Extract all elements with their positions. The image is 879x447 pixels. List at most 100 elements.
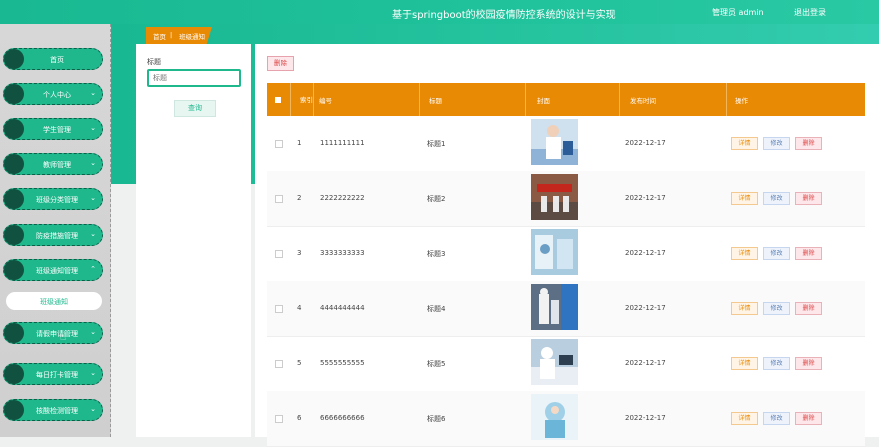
select-all-header[interactable] (275, 83, 291, 116)
sidebar-item-prevention[interactable]: 防疫措施管理 ⌄ (3, 224, 103, 246)
row-checkbox[interactable] (275, 305, 283, 313)
column-header-cover: 封面 (537, 96, 550, 105)
menu-dot-icon (4, 49, 24, 69)
row-title: 标题3 (427, 250, 446, 258)
chevron-down-icon: ⌄ (90, 124, 96, 132)
delete-button[interactable]: 删除 (795, 192, 822, 205)
logout-link[interactable]: 退出登录 (794, 7, 826, 18)
row-checkbox[interactable] (275, 250, 283, 258)
cover-image (531, 229, 578, 275)
edit-button[interactable]: 修改 (763, 357, 790, 370)
sidebar-item-label: 核酸检测管理 (36, 407, 78, 415)
sidebar-item-checkin[interactable]: 每日打卡管理 ⌄ (3, 363, 103, 385)
delete-button[interactable]: 删除 (795, 247, 822, 260)
row-title: 标题2 (427, 195, 446, 203)
row-date: 2022-12-17 (625, 249, 666, 257)
row-index: 1 (297, 139, 302, 147)
delete-button[interactable]: 删除 (795, 302, 822, 315)
row-code: 4444444444 (320, 304, 365, 312)
delete-button[interactable]: 删除 (795, 137, 822, 150)
table-row: 5 5555555555 标题5 2022-12-17 详情 修改 删除 (267, 336, 865, 392)
menu-dot-icon (4, 154, 24, 174)
edit-button[interactable]: 修改 (763, 412, 790, 425)
menu-dot-icon (4, 189, 24, 209)
detail-button[interactable]: 详情 (731, 412, 758, 425)
menu-dot-icon (4, 84, 24, 104)
chevron-down-icon: ⌄ (90, 369, 96, 377)
table-header: 索引 编号 标题 封面 发布时间 操作 (267, 83, 865, 116)
edit-button[interactable]: 修改 (763, 247, 790, 260)
breadcrumb-separator: | (170, 31, 173, 39)
row-checkbox[interactable] (275, 360, 283, 368)
column-header-title: 标题 (429, 96, 442, 105)
column-divider (419, 83, 420, 116)
row-date: 2022-12-17 (625, 414, 666, 422)
row-date: 2022-12-17 (625, 359, 666, 367)
chevron-down-icon: ⌄ (90, 159, 96, 167)
row-date: 2022-12-17 (625, 304, 666, 312)
row-checkbox[interactable] (275, 140, 283, 148)
search-button[interactable]: 查询 (174, 100, 216, 117)
current-user: 管理员 admin (712, 8, 764, 17)
breadcrumb-home[interactable]: 首页 (153, 31, 166, 41)
sidebar-item-leave[interactable]: 请假申请管理 ⌄ (3, 322, 103, 344)
sidebar-item-profile[interactable]: 个人中心 ⌄ (3, 83, 103, 105)
row-index: 5 (297, 359, 302, 367)
detail-button[interactable]: 详情 (731, 302, 758, 315)
sidebar-item-label: 班级通知管理 (36, 267, 78, 275)
table-row: 6 6666666666 标题6 2022-12-17 详情 修改 删除 (267, 391, 865, 447)
row-index: 4 (297, 304, 302, 312)
menu-dot-icon (4, 364, 24, 384)
detail-button[interactable]: 详情 (731, 247, 758, 260)
row-checkbox[interactable] (275, 415, 283, 423)
sidebar-item-class-notice-mgmt[interactable]: 班级通知管理 ⌃ (3, 259, 103, 281)
edit-button[interactable]: 修改 (763, 192, 790, 205)
sidebar-item-label: 个人中心 (43, 91, 71, 99)
row-code: 6666666666 (320, 414, 365, 422)
row-index: 6 (297, 414, 302, 422)
menu-dot-icon (4, 323, 24, 343)
row-code: 5555555555 (320, 359, 365, 367)
menu-dot-icon (4, 119, 24, 139)
select-all-checkbox[interactable] (275, 96, 281, 103)
row-code: 1111111111 (320, 139, 365, 147)
row-title: 标题5 (427, 360, 446, 368)
sidebar-item-home[interactable]: 首页 (3, 48, 103, 70)
delete-button[interactable]: 删除 (795, 357, 822, 370)
menu-dot-icon (4, 260, 24, 280)
sidebar-item-nucleic-test[interactable]: 核酸检测管理 ⌄ (3, 399, 103, 421)
detail-button[interactable]: 详情 (731, 137, 758, 150)
row-index: 3 (297, 249, 302, 257)
bulk-delete-button[interactable]: 删除 (267, 56, 294, 71)
row-date: 2022-12-17 (625, 194, 666, 202)
sidebar-subitem-class-notice[interactable]: 班级通知 (6, 292, 102, 310)
column-divider (290, 83, 291, 116)
menu-dot-icon (4, 400, 24, 420)
sidebar: 首页 个人中心 ⌄ 学生管理 ⌄ 教师管理 ⌄ 班级分类管理 ⌄ 防疫措施管理 … (0, 24, 111, 437)
detail-button[interactable]: 详情 (731, 357, 758, 370)
edit-button[interactable]: 修改 (763, 137, 790, 150)
row-code: 2222222222 (320, 194, 365, 202)
cover-image (531, 119, 578, 165)
search-input[interactable] (147, 69, 241, 87)
column-header-date: 发布时间 (630, 96, 656, 105)
row-code: 3333333333 (320, 249, 365, 257)
chevron-down-icon: ⌄ (90, 328, 96, 336)
sidebar-item-students[interactable]: 学生管理 ⌄ (3, 118, 103, 140)
detail-button[interactable]: 详情 (731, 192, 758, 205)
row-title: 标题1 (427, 140, 446, 148)
edit-button[interactable]: 修改 (763, 302, 790, 315)
column-divider (525, 83, 526, 116)
delete-button[interactable]: 删除 (795, 412, 822, 425)
row-checkbox[interactable] (275, 195, 283, 203)
sidebar-item-class-category[interactable]: 班级分类管理 ⌄ (3, 188, 103, 210)
cover-image (531, 339, 578, 385)
column-header-code: 编号 (319, 96, 332, 105)
sidebar-item-label: 学生管理 (43, 126, 71, 134)
breadcrumb: 首页 | 班级通知 (146, 27, 212, 44)
row-title: 标题4 (427, 305, 446, 313)
row-title: 标题6 (427, 415, 446, 423)
sidebar-item-teachers[interactable]: 教师管理 ⌄ (3, 153, 103, 175)
sidebar-item-label: 班级分类管理 (36, 196, 78, 204)
search-label: 标题 (147, 58, 161, 66)
